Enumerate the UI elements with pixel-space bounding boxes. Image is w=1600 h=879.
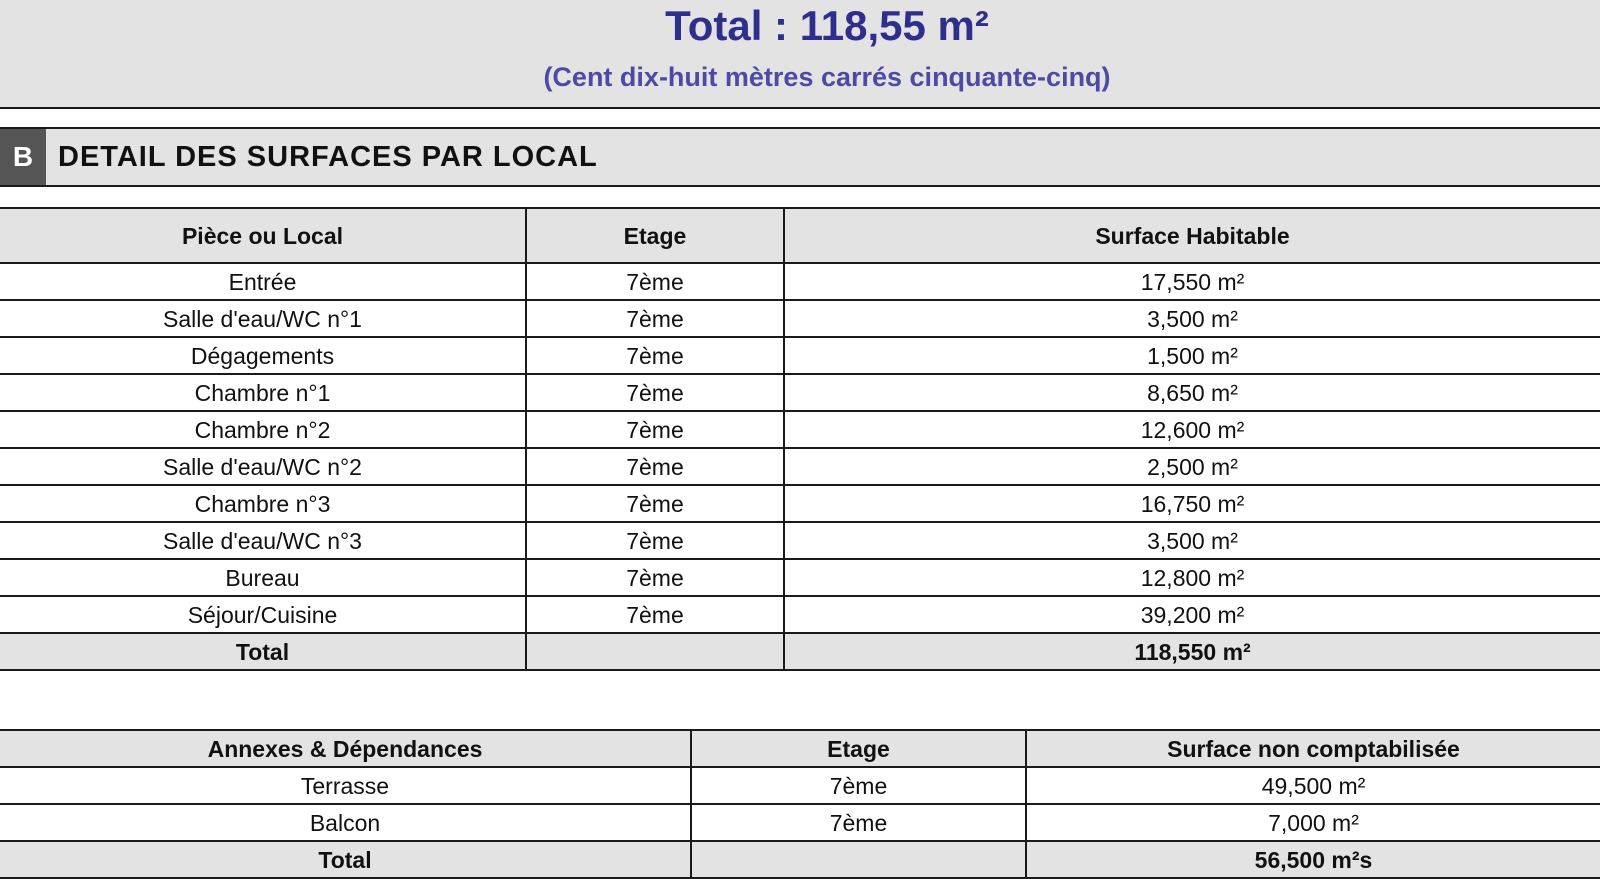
cell-floor: 7ème [525,596,784,634]
table-total-row: Total 118,550 m² [0,633,1600,671]
cell-floor: 7ème [525,411,784,449]
cell-surface: 12,600 m² [783,411,1600,449]
column-header-surface-excluded: Surface non comptabilisée [1025,729,1600,768]
table-row: Salle d'eau/WC n°1 7ème 3,500 m² [0,300,1600,338]
table-row: Salle d'eau/WC n°2 7ème 2,500 m² [0,448,1600,486]
cell-floor: 7ème [690,767,1026,805]
rooms-surface-table: Pièce ou Local Etage Surface Habitable E… [0,207,1600,671]
table-row: Terrasse 7ème 49,500 m² [0,767,1600,805]
cell-name: Bureau [0,559,526,597]
table-row: Dégagements 7ème 1,500 m² [0,337,1600,375]
cell-surface: 3,500 m² [783,300,1600,338]
cell-surface: 39,200 m² [783,596,1600,634]
cell-name: Séjour/Cuisine [0,596,526,634]
cell-name: Balcon [0,804,691,842]
total-surface-in-words: (Cent dix-huit mètres carrés cinquante-c… [543,62,1111,92]
cell-name: Chambre n°1 [0,374,526,412]
table-row: Salle d'eau/WC n°3 7ème 3,500 m² [0,522,1600,560]
cell-surface: 16,750 m² [783,485,1600,523]
cell-name: Terrasse [0,767,691,805]
cell-surface: 2,500 m² [783,448,1600,486]
table-row: Bureau 7ème 12,800 m² [0,559,1600,597]
table-row: Entrée 7ème 17,550 m² [0,263,1600,301]
cell-floor: 7ème [525,448,784,486]
total-cell-floor [525,633,784,671]
section-letter-badge: B [0,129,46,185]
cell-floor: 7ème [690,804,1026,842]
table-header-row: Pièce ou Local Etage Surface Habitable [0,207,1600,264]
summary-header: Total : 118,55 m² (Cent dix-huit mètres … [0,0,1600,109]
column-header-room: Pièce ou Local [0,207,526,264]
column-header-floor: Etage [690,729,1026,768]
section-title: DETAIL DES SURFACES PAR LOCAL [58,141,598,173]
total-surface-title: Total : 118,55 m² [665,2,989,49]
cell-name: Dégagements [0,337,526,375]
cell-surface: 7,000 m² [1025,804,1600,842]
column-header-floor: Etage [525,207,784,264]
column-header-annex: Annexes & Dépendances [0,729,691,768]
total-cell-surface: 56,500 m²s [1025,841,1600,879]
cell-surface: 17,550 m² [783,263,1600,301]
annexes-surface-table: Annexes & Dépendances Etage Surface non … [0,729,1600,879]
cell-floor: 7ème [525,374,784,412]
cell-floor: 7ème [525,337,784,375]
cell-name: Entrée [0,263,526,301]
cell-floor: 7ème [525,300,784,338]
table-row: Séjour/Cuisine 7ème 39,200 m² [0,596,1600,634]
total-cell-floor [690,841,1026,879]
cell-surface: 1,500 m² [783,337,1600,375]
cell-floor: 7ème [525,522,784,560]
cell-surface: 8,650 m² [783,374,1600,412]
cell-surface: 49,500 m² [1025,767,1600,805]
table-row: Chambre n°3 7ème 16,750 m² [0,485,1600,523]
table-row: Chambre n°2 7ème 12,600 m² [0,411,1600,449]
total-cell-name: Total [0,841,691,879]
total-cell-surface: 118,550 m² [783,633,1600,671]
table-row: Chambre n°1 7ème 8,650 m² [0,374,1600,412]
cell-name: Salle d'eau/WC n°2 [0,448,526,486]
cell-floor: 7ème [525,485,784,523]
table-row: Balcon 7ème 7,000 m² [0,804,1600,842]
cell-name: Salle d'eau/WC n°3 [0,522,526,560]
table-total-row: Total 56,500 m²s [0,841,1600,879]
cell-floor: 7ème [525,559,784,597]
cell-name: Salle d'eau/WC n°1 [0,300,526,338]
section-header: B DETAIL DES SURFACES PAR LOCAL [0,127,1600,187]
cell-floor: 7ème [525,263,784,301]
cell-surface: 12,800 m² [783,559,1600,597]
total-cell-name: Total [0,633,526,671]
cell-surface: 3,500 m² [783,522,1600,560]
cell-name: Chambre n°3 [0,485,526,523]
column-header-surface: Surface Habitable [783,207,1600,264]
table-header-row: Annexes & Dépendances Etage Surface non … [0,729,1600,768]
cell-name: Chambre n°2 [0,411,526,449]
